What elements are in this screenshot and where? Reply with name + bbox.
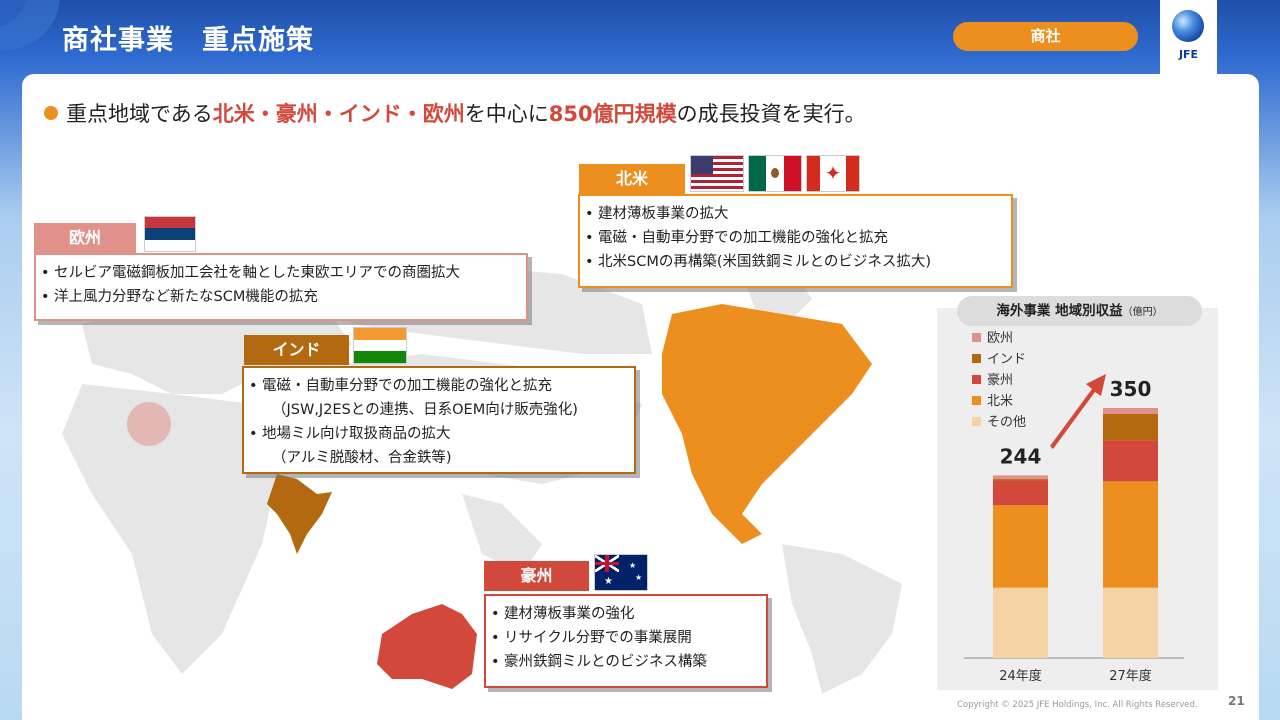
legend-swatch-europe	[972, 333, 981, 342]
legend-label-europe: 欧州	[987, 331, 1014, 346]
australia-flag-icon: ★ ★ ★	[594, 554, 648, 591]
box-europe: セルビア電磁鋼板加工会社を軸とした東欧エリアでの商圏拡大 洋上風力分野など新たな…	[34, 253, 528, 321]
legend-label-india: インド	[987, 352, 1027, 367]
mexico-flag-icon	[748, 155, 802, 192]
canada-flag-icon: ✦	[806, 155, 860, 192]
na-item-2: 電磁・自動車分野での加工機能の強化と拡充	[580, 226, 1011, 250]
box-australia: 建材薄板事業の強化 リサイクル分野での事業展開 豪州鉄鋼ミルとのビジネス構築	[484, 594, 768, 688]
legend-item-india: インド	[972, 349, 1026, 370]
na-item-3: 北米SCMの再構築(米国鉄鋼ミルとのビジネス拡大)	[580, 250, 1011, 274]
copyright: Copyright © 2025 JFE Holdings, Inc. All …	[957, 700, 1198, 710]
na-item-1: 建材薄板事業の拡大	[580, 202, 1011, 226]
legend-item-other: その他	[972, 412, 1026, 433]
box-north-america: 建材薄板事業の拡大 電磁・自動車分野での加工機能の強化と拡充 北米SCMの再構築…	[578, 194, 1013, 288]
legend-swatch-other	[972, 417, 981, 426]
jfe-logo: JFE	[1160, 0, 1217, 75]
box-india: 電磁・自動車分野での加工機能の強化と拡充 （JSW,J2ESとの連携、日系OEM向…	[242, 366, 636, 474]
serbia-flag-icon	[144, 216, 196, 252]
page-number: 21	[1228, 694, 1245, 708]
section-badge: 商社	[953, 22, 1138, 51]
logo-text: JFE	[1178, 48, 1199, 61]
chart-unit: （億円）	[1122, 307, 1163, 318]
india-item-2-sub: （アルミ脱酸材、合金鉄等)	[272, 450, 452, 466]
north-america-shape	[662, 304, 872, 544]
europe-item-1: セルビア電磁鋼板加工会社を軸とした東欧エリアでの商圏拡大	[36, 261, 526, 285]
tag-north-america: 北米	[579, 164, 685, 194]
serbia-highlight	[127, 402, 171, 446]
logo-globe-icon	[1172, 10, 1204, 42]
legend-swatch-india	[972, 354, 981, 363]
page-title: 商社事業 重点施策	[62, 25, 314, 56]
legend-item-europe: 欧州	[972, 328, 1026, 349]
india-item-2: 地場ミル向け取扱商品の拡大 （アルミ脱酸材、合金鉄等)	[244, 422, 634, 470]
content-panel: 重点地域である北米・豪州・インド・欧州を中心に850億円規模の成長投資を実行。 …	[22, 74, 1259, 720]
india-item-1-sub: （JSW,J2ESとの連携、日系OEM向け販売強化)	[272, 402, 578, 418]
legend-swatch-north-america	[972, 396, 981, 405]
usa-flag-icon	[690, 155, 744, 192]
chart-title: 海外事業 地域別収益（億円）	[957, 296, 1202, 326]
au-item-2: リサイクル分野での事業展開	[486, 626, 766, 650]
au-item-3: 豪州鉄鋼ミルとのビジネス構築	[486, 650, 766, 674]
india-item-1-main: 電磁・自動車分野での加工機能の強化と拡充	[262, 378, 552, 394]
legend-label-north-america: 北米	[987, 394, 1014, 409]
tag-europe: 欧州	[34, 223, 136, 253]
legend-label-other: その他	[987, 415, 1027, 430]
australia-shape	[377, 604, 477, 689]
header-bar: 商社事業 重点施策 商社 JFE	[0, 0, 1280, 75]
india-flag-icon	[353, 327, 407, 364]
europe-item-2: 洋上風力分野など新たなSCM機能の拡充	[36, 285, 526, 309]
india-shape	[267, 474, 332, 554]
chart-title-text: 海外事業 地域別収益	[996, 303, 1123, 319]
tag-india: インド	[244, 335, 349, 365]
legend-swatch-australia	[972, 375, 981, 384]
legend-item-north-america: 北米	[972, 391, 1026, 412]
india-item-2-main: 地場ミル向け取扱商品の拡大	[262, 426, 451, 442]
legend-label-australia: 豪州	[987, 373, 1014, 388]
india-item-1: 電磁・自動車分野での加工機能の強化と拡充 （JSW,J2ESとの連携、日系OEM向…	[244, 374, 634, 422]
chart-legend: 欧州 インド 豪州 北米 その他	[972, 328, 1026, 433]
au-item-1: 建材薄板事業の強化	[486, 602, 766, 626]
legend-item-australia: 豪州	[972, 370, 1026, 391]
tag-australia: 豪州	[484, 561, 589, 591]
